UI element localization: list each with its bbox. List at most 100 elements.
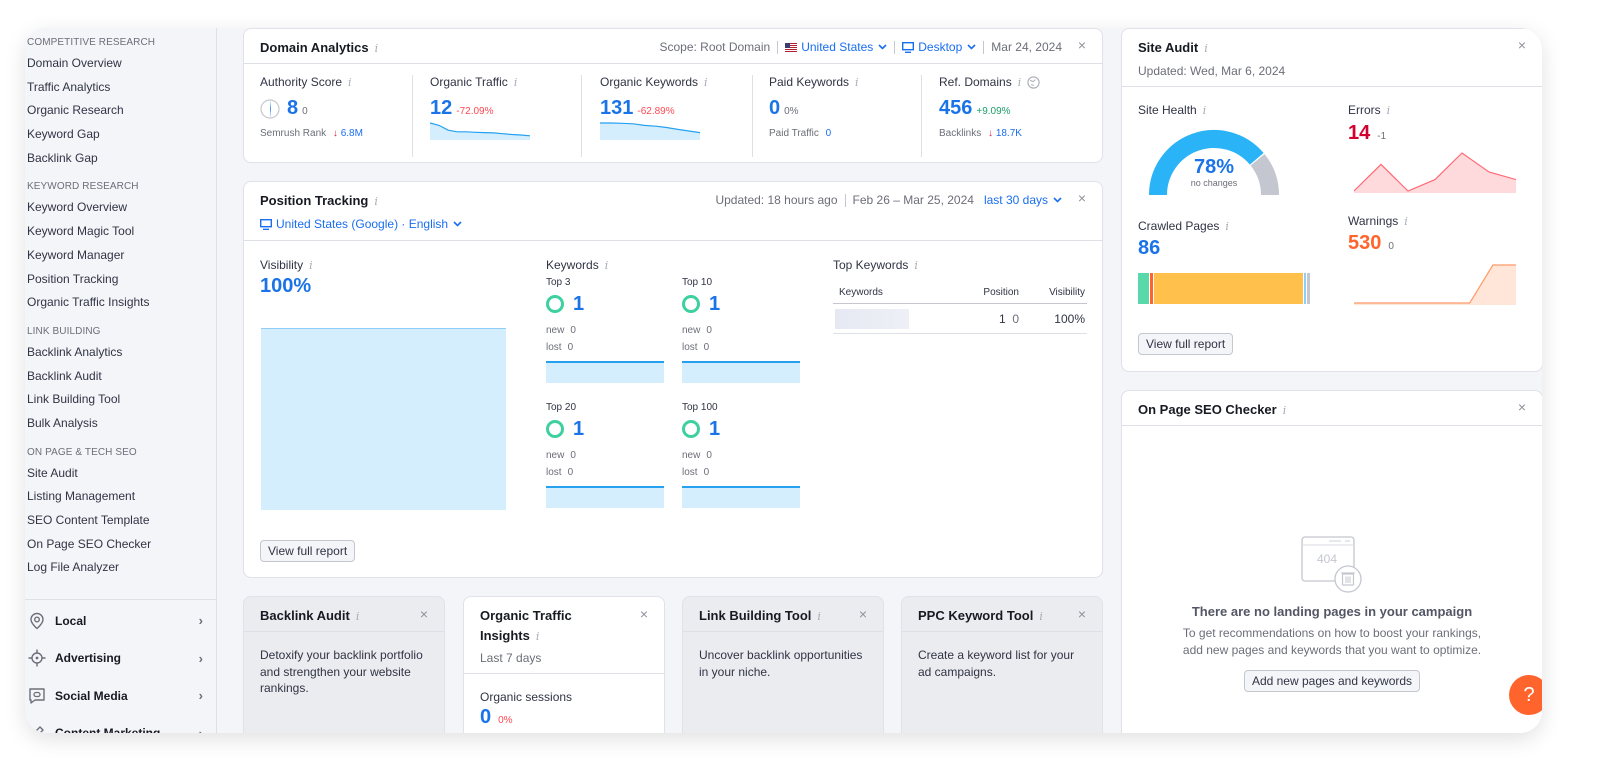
info-icon[interactable]: i (348, 76, 352, 89)
keyword-bucket-top10[interactable]: Top 10 1 new 0 lost 0 (682, 277, 800, 383)
sub-value[interactable]: 18.7K (996, 128, 1022, 139)
chevron-right-icon: › (198, 650, 203, 666)
close-icon[interactable]: × (859, 607, 867, 621)
info-icon[interactable]: i (536, 630, 540, 643)
sub-value[interactable]: 6.8M (341, 128, 363, 139)
help-button[interactable]: ? (1509, 675, 1542, 715)
info-icon[interactable]: i (1039, 610, 1043, 623)
nav-item-content-marketing[interactable]: Content Marketing › (25, 715, 217, 733)
close-icon[interactable]: × (1078, 38, 1086, 52)
metric-delta: 0 (302, 106, 308, 117)
warnings-value[interactable]: 530 (1348, 232, 1381, 255)
globe-icon[interactable] (1027, 75, 1040, 89)
device-dropdown[interactable]: Desktop (902, 40, 976, 54)
metric-value[interactable]: 456 (939, 97, 972, 120)
sidebar-item-site-audit[interactable]: Site Audit (27, 462, 217, 486)
separator (983, 40, 985, 54)
sidebar-item-seo-content-template[interactable]: SEO Content Template (27, 509, 217, 533)
sidebar-item-keyword-overview[interactable]: Keyword Overview (27, 196, 217, 220)
sidebar-item-organic-traffic-insights[interactable]: Organic Traffic Insights (27, 291, 217, 315)
errors-value[interactable]: 14 (1348, 122, 1370, 145)
sidebar-item-organic-research[interactable]: Organic Research (27, 99, 217, 123)
nav-item-local[interactable]: Local › (25, 602, 217, 640)
info-icon[interactable]: i (1404, 215, 1408, 228)
info-icon[interactable]: i (817, 610, 821, 623)
divider (921, 75, 922, 157)
sidebar-groups: COMPETITIVE RESEARCH Domain Overview Traff… (25, 34, 217, 588)
info-icon[interactable]: i (1018, 76, 1022, 89)
crawled-segment-healthy[interactable] (1138, 273, 1151, 304)
info-icon[interactable]: i (1225, 220, 1229, 233)
divider (752, 75, 753, 157)
table-row[interactable]: 1 0 100% (833, 304, 1087, 334)
sub-value[interactable]: 0 (826, 128, 832, 139)
info-icon[interactable]: i (375, 42, 379, 55)
close-icon[interactable]: × (420, 607, 428, 621)
info-icon[interactable]: i (1283, 404, 1287, 417)
keyword-bucket-top20[interactable]: Top 20 1 new 0 lost 0 (546, 402, 664, 508)
metric-value[interactable]: 12 (430, 97, 452, 120)
ppc-keyword-tool-card: PPC Keyword Tool i × Create a keyword lis… (901, 596, 1103, 733)
close-icon[interactable]: × (640, 607, 648, 621)
new-value: 0 (570, 325, 576, 336)
country-label: United States (801, 40, 874, 54)
new-value: 0 (570, 450, 576, 461)
info-icon[interactable]: i (1203, 104, 1207, 117)
sidebar-item-keyword-manager[interactable]: Keyword Manager (27, 244, 217, 268)
nav-item-advertising[interactable]: Advertising › (25, 640, 217, 678)
sidebar-item-link-building-tool[interactable]: Link Building Tool (27, 388, 217, 412)
info-icon[interactable]: i (1387, 104, 1391, 117)
metric-value[interactable]: 131 (600, 97, 633, 120)
chevron-down-icon (453, 221, 462, 227)
keyword-bucket-top3[interactable]: Top 3 1 new 0 lost 0 (546, 277, 664, 383)
nav-item-social-media[interactable]: Social Media › (25, 677, 217, 715)
sidebar-item-position-tracking[interactable]: Position Tracking (27, 268, 217, 292)
sidebar-item-bulk-analysis[interactable]: Bulk Analysis (27, 412, 217, 436)
card-title: Domain Analytics (260, 40, 369, 55)
close-icon[interactable]: × (1078, 191, 1086, 205)
column-header[interactable]: Position (959, 287, 1019, 298)
view-full-report-button[interactable]: View full report (1138, 333, 1234, 355)
close-icon[interactable]: × (1078, 607, 1086, 621)
location-dropdown[interactable]: United States (Google) · English (260, 217, 462, 231)
sidebar-item-backlink-analytics[interactable]: Backlink Analytics (27, 341, 217, 365)
info-icon[interactable]: i (1204, 42, 1208, 55)
info-icon[interactable]: i (855, 76, 859, 89)
info-icon[interactable]: i (309, 259, 313, 272)
pencil-icon (27, 723, 47, 733)
country-dropdown[interactable]: United States (785, 40, 887, 54)
sidebar-item-keyword-gap[interactable]: Keyword Gap (27, 123, 217, 147)
close-icon[interactable]: × (1518, 38, 1526, 52)
sidebar-item-backlink-audit[interactable]: Backlink Audit (27, 365, 217, 389)
sidebar-item-backlink-gap[interactable]: Backlink Gap (27, 147, 217, 171)
column-header[interactable]: Visibility (1019, 287, 1087, 298)
sidebar-item-log-file-analyzer[interactable]: Log File Analyzer (27, 556, 217, 580)
sidebar-item-on-page-seo-checker[interactable]: On Page SEO Checker (27, 533, 217, 557)
metric-value[interactable]: 0 (769, 97, 780, 120)
close-icon[interactable]: × (1518, 400, 1526, 414)
crawled-value[interactable]: 86 (1138, 237, 1160, 260)
info-icon[interactable]: i (356, 610, 360, 623)
keywords-label: Keywords (546, 258, 599, 272)
add-new-pages-button[interactable]: Add new pages and keywords (1243, 670, 1421, 692)
sidebar-item-traffic-analytics[interactable]: Traffic Analytics (27, 76, 217, 100)
crawled-pages-bar[interactable] (1138, 273, 1316, 304)
sidebar-item-domain-overview[interactable]: Domain Overview (27, 52, 217, 76)
view-full-report-button[interactable]: View full report (260, 540, 356, 562)
info-icon[interactable]: i (374, 195, 378, 208)
info-icon[interactable]: i (704, 76, 708, 89)
column-header[interactable]: Keywords (833, 287, 959, 298)
sidebar-item-listing-management[interactable]: Listing Management (27, 485, 217, 509)
info-icon[interactable]: i (514, 76, 518, 89)
separator (777, 40, 779, 54)
info-icon[interactable]: i (605, 259, 609, 272)
period-dropdown[interactable]: last 30 days (984, 193, 1062, 207)
keyword-bucket-top100[interactable]: Top 100 1 new 0 lost 0 (682, 402, 800, 508)
info-icon[interactable]: i (914, 259, 918, 272)
position-change: 0 (1012, 311, 1019, 326)
crawled-segment-blocked[interactable] (1307, 273, 1311, 304)
sidebar-item-keyword-magic-tool[interactable]: Keyword Magic Tool (27, 220, 217, 244)
new-label: new (682, 450, 701, 461)
crawled-segment-have-issues[interactable] (1154, 273, 1304, 304)
card-header: PPC Keyword Tool i × (902, 597, 1102, 632)
